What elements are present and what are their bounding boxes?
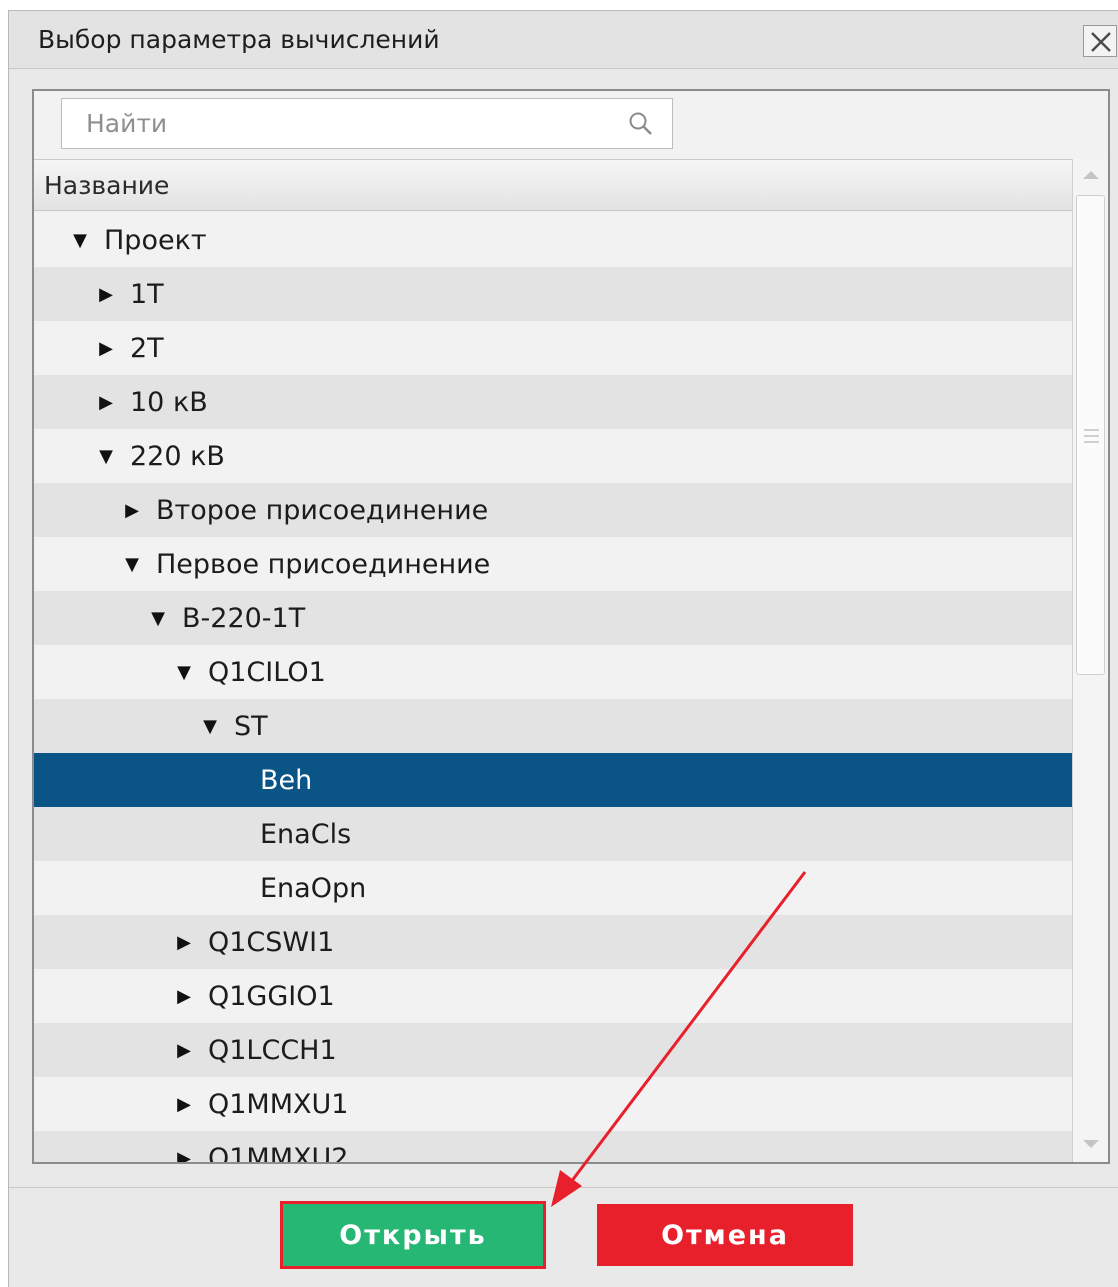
title-bar: Выбор параметра вычислений [9, 11, 1118, 69]
expand-arrow-down-icon[interactable]: ▼ [170, 658, 198, 686]
search-box[interactable] [61, 98, 673, 149]
tree-row[interactable]: EnaCls [34, 807, 1072, 861]
scroll-down-arrow-icon[interactable] [1073, 1130, 1108, 1160]
collapse-arrow-right-icon[interactable]: ▶ [170, 1144, 198, 1163]
open-button[interactable]: Открыть [280, 1201, 546, 1269]
tree-row-label: 10 кВ [130, 386, 208, 418]
scroll-up-arrow-icon[interactable] [1073, 161, 1108, 191]
expand-arrow-down-icon[interactable]: ▼ [118, 550, 146, 578]
expand-arrow-down-icon[interactable]: ▼ [92, 442, 120, 470]
tree-row[interactable]: ▼ Q1CILO1 [34, 645, 1072, 699]
column-header-name[interactable]: Название [34, 159, 1072, 211]
tree-row[interactable]: ▶ Q1GGIO1 [34, 969, 1072, 1023]
tree-row-label: EnaCls [260, 818, 352, 850]
tree-row-label: Q1MMXU2 [208, 1142, 349, 1164]
tree-row[interactable]: Beh [34, 753, 1072, 807]
collapse-arrow-right-icon[interactable]: ▶ [118, 496, 146, 524]
tree-row-label: B-220-1T [182, 602, 306, 634]
tree-row[interactable]: ▼ Проект [34, 213, 1072, 267]
search-icon [629, 112, 652, 135]
dialog-window: Выбор параметра вычислений Название ▼ Про… [8, 10, 1118, 1287]
collapse-arrow-right-icon[interactable]: ▶ [170, 1036, 198, 1064]
tree-row-label: Q1CSWI1 [208, 926, 335, 958]
tree-row[interactable]: ▶ 2T [34, 321, 1072, 375]
footer-divider [9, 1187, 1118, 1188]
tree-row[interactable]: ▼ Первое присоединение [34, 537, 1072, 591]
tree-row-label: 1T [130, 278, 164, 310]
tree-row-label: 2T [130, 332, 164, 364]
tree-row[interactable]: ▼ 220 кВ [34, 429, 1072, 483]
tree-row-label: Q1MMXU1 [208, 1088, 349, 1120]
tree-row-label: ST [234, 710, 268, 742]
vertical-scrollbar[interactable] [1072, 159, 1108, 1162]
collapse-arrow-right-icon[interactable]: ▶ [170, 928, 198, 956]
tree-row[interactable]: ▶ Q1MMXU1 [34, 1077, 1072, 1131]
search-row [34, 91, 1108, 159]
close-button[interactable] [1083, 25, 1117, 57]
tree-row[interactable]: ▶ 10 кВ [34, 375, 1072, 429]
tree-row[interactable]: ▶ Q1MMXU2 [34, 1131, 1072, 1164]
tree-row-label: Q1GGIO1 [208, 980, 335, 1012]
collapse-arrow-right-icon[interactable]: ▶ [170, 1090, 198, 1118]
collapse-arrow-right-icon[interactable]: ▶ [92, 334, 120, 362]
tree-row-label: Первое присоединение [156, 548, 491, 580]
dialog-title: Выбор параметра вычислений [38, 25, 440, 54]
tree-row[interactable]: ▶ Второе присоединение [34, 483, 1072, 537]
parameter-tree: ▼ Проект ▶ 1T ▶ 2T ▶ 10 кВ ▼ 220 кВ ▶ Второе присое… [34, 213, 1072, 1164]
search-input[interactable] [62, 99, 622, 148]
expand-arrow-down-icon[interactable]: ▼ [66, 226, 94, 254]
close-icon [1091, 32, 1111, 52]
column-header-label: Название [44, 171, 170, 200]
tree-row-label: EnaOpn [260, 872, 367, 904]
tree-row[interactable]: ▶ Q1CSWI1 [34, 915, 1072, 969]
collapse-arrow-right-icon[interactable]: ▶ [92, 388, 120, 416]
tree-row-label: Q1LCCH1 [208, 1034, 337, 1066]
tree-row[interactable]: ▶ 1T [34, 267, 1072, 321]
collapse-arrow-right-icon[interactable]: ▶ [92, 280, 120, 308]
parameter-tree-panel: Название ▼ Проект ▶ 1T ▶ 2T ▶ 10 кВ ▼ 220 кВ ▶ Втор… [32, 89, 1110, 1164]
tree-row[interactable]: EnaOpn [34, 861, 1072, 915]
tree-row[interactable]: ▼ ST [34, 699, 1072, 753]
tree-row-label: Beh [260, 764, 313, 796]
expand-arrow-down-icon[interactable]: ▼ [144, 604, 172, 632]
tree-row[interactable]: ▶ Q1LCCH1 [34, 1023, 1072, 1077]
scroll-thumb[interactable] [1076, 195, 1105, 675]
cancel-button[interactable]: Отмена [597, 1204, 853, 1266]
collapse-arrow-right-icon[interactable]: ▶ [170, 982, 198, 1010]
tree-row-label: 220 кВ [130, 440, 225, 472]
tree-row-label: Второе присоединение [156, 494, 489, 526]
tree-row-label: Q1CILO1 [208, 656, 326, 688]
tree-row-label: Проект [104, 224, 207, 256]
tree-row[interactable]: ▼ B-220-1T [34, 591, 1072, 645]
expand-arrow-down-icon[interactable]: ▼ [196, 712, 224, 740]
